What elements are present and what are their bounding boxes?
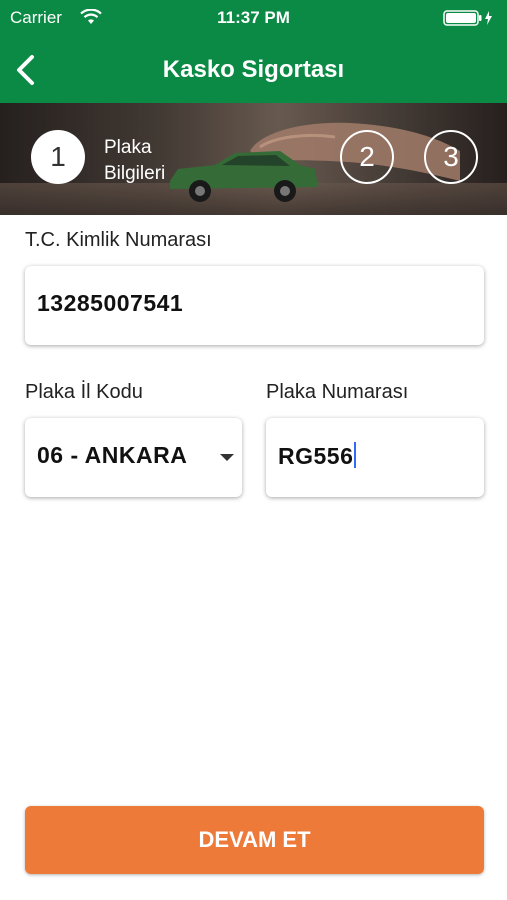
step-3-number: 3 (443, 141, 459, 172)
page-title: Kasko Sigortası (162, 56, 345, 83)
plate-number-field: RG556 (278, 442, 357, 470)
plate-number-value: RG556 (278, 443, 354, 469)
plate-city-value: 06 - ANKARA (37, 442, 188, 468)
continue-button[interactable]: DEVAM ET (25, 806, 484, 874)
tc-value: 13285007541 (37, 290, 184, 316)
plate-number-label: Plaka Numarası (266, 381, 409, 403)
step-1-indicator[interactable]: 1 (31, 130, 85, 184)
tc-label: T.C. Kimlik Numarası (25, 229, 212, 251)
plate-city-select[interactable]: 06 - ANKARA (25, 418, 242, 497)
step-3-indicator[interactable]: 3 (424, 130, 478, 184)
text-caret (354, 442, 357, 468)
battery-charging-icon (443, 10, 495, 31)
plate-city-label: Plaka İl Kodu (25, 381, 143, 403)
step-1-label: Plaka Bilgileri (104, 135, 165, 187)
nav-bar: Kasko Sigortası (0, 36, 507, 103)
step-1-number: 1 (50, 141, 66, 172)
plate-number-input[interactable]: RG556 (266, 418, 484, 497)
status-bar: Carrier 11:37 PM (0, 0, 507, 36)
status-time: 11:37 PM (217, 8, 290, 27)
step-1-label-line2: Bilgileri (104, 163, 166, 184)
step-1-label-line1: Plaka (104, 137, 152, 158)
tc-input[interactable]: 13285007541 (25, 266, 484, 345)
step-banner: 1 Plaka Bilgileri 2 3 (0, 103, 507, 215)
step-2-number: 2 (359, 141, 375, 172)
step-2-indicator[interactable]: 2 (340, 130, 394, 184)
dropdown-arrow-icon (220, 454, 234, 461)
